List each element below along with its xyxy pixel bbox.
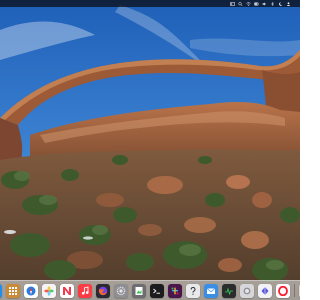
control-center-icon[interactable] — [230, 1, 235, 6]
finder-icon[interactable] — [0, 283, 2, 298]
launchpad-icon[interactable] — [5, 283, 20, 298]
focus-icon[interactable] — [278, 1, 283, 6]
desktop-wallpaper — [0, 0, 300, 300]
kite-icon[interactable] — [257, 283, 272, 298]
safari-icon[interactable] — [23, 283, 38, 298]
mail-icon[interactable] — [203, 283, 218, 298]
photos-icon[interactable] — [41, 283, 56, 298]
wifi-icon[interactable] — [246, 1, 251, 6]
help-icon[interactable] — [185, 283, 200, 298]
mirror-icon[interactable] — [239, 283, 254, 298]
terminal-icon[interactable] — [149, 283, 164, 298]
preview-icon[interactable] — [131, 283, 146, 298]
music-icon[interactable] — [77, 283, 92, 298]
opera-icon[interactable] — [275, 283, 290, 298]
firefox-icon[interactable] — [95, 283, 110, 298]
spotlight-icon[interactable] — [238, 1, 243, 6]
desktop — [0, 0, 300, 300]
dock — [0, 280, 300, 300]
menu-bar — [0, 0, 300, 7]
zen-icon[interactable] — [298, 283, 300, 298]
slack-icon[interactable] — [167, 283, 182, 298]
activity-monitor-icon[interactable] — [221, 283, 236, 298]
volume-icon[interactable] — [262, 2, 267, 6]
system-settings-icon[interactable] — [113, 283, 128, 298]
user-icon[interactable] — [286, 1, 291, 6]
battery-icon[interactable] — [254, 2, 259, 6]
dock-separator — [293, 284, 295, 297]
news-icon[interactable] — [59, 283, 74, 298]
bluetooth-icon[interactable] — [270, 1, 275, 6]
